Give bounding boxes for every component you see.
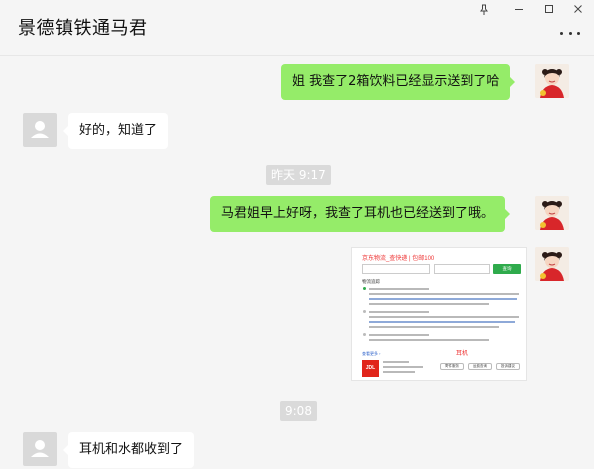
service-button: 运费查询 bbox=[468, 363, 492, 370]
screenshot-input bbox=[362, 264, 430, 274]
timeline-dot bbox=[363, 310, 366, 313]
timeline-line bbox=[369, 326, 499, 328]
message-bubble-left[interactable]: 耳机和水都收到了 bbox=[62, 432, 195, 468]
message-bubble-left[interactable]: 好的，知道了 bbox=[62, 113, 169, 149]
screenshot-section: 物流追踪 bbox=[362, 279, 380, 284]
pin-icon[interactable] bbox=[470, 0, 498, 18]
avatar-self[interactable] bbox=[535, 64, 569, 98]
timeline-line bbox=[369, 293, 519, 295]
timeline-dot bbox=[363, 287, 366, 290]
avatar-self[interactable] bbox=[535, 196, 569, 230]
image-message[interactable]: 京东物流_查快递 | 包邮100 查询 物流追踪 查看更多 › 耳机 JDL 寄… bbox=[351, 247, 527, 381]
jdl-logo: JDL bbox=[362, 360, 379, 377]
timeline-line bbox=[369, 311, 429, 313]
timeline-line bbox=[369, 298, 517, 300]
screenshot-header: 京东物流_查快递 | 包邮100 bbox=[362, 256, 435, 262]
screenshot-more-link: 查看更多 › bbox=[362, 351, 381, 356]
timeline-line bbox=[369, 334, 429, 336]
screenshot-mark: 耳机 bbox=[456, 351, 469, 357]
chat-area: 姐 我查了2箱饮料已经显示送到了哈 好的，知道了 昨天 9:17 马君姐早上好呀… bbox=[0, 57, 594, 469]
chat-title: 景德镇铁通马君 bbox=[18, 18, 148, 39]
title-bar: 景德镇铁通马君 bbox=[0, 0, 594, 56]
maximize-icon[interactable] bbox=[535, 0, 563, 18]
avatar-self[interactable] bbox=[535, 247, 569, 281]
timestamp: 9:08 bbox=[280, 401, 317, 421]
avatar-contact[interactable] bbox=[23, 113, 57, 147]
timeline-line bbox=[369, 303, 489, 305]
service-button: 投诉建议 bbox=[496, 363, 520, 370]
message-bubble-right[interactable]: 姐 我查了2箱饮料已经显示送到了哈 bbox=[281, 64, 516, 100]
info-line bbox=[383, 371, 415, 373]
screenshot-select bbox=[434, 264, 490, 274]
service-button: 寄件服务 bbox=[440, 363, 464, 370]
message-bubble-right[interactable]: 马君姐早上好呀，我查了耳机也已经送到了哦。 bbox=[210, 196, 511, 232]
info-line bbox=[383, 361, 409, 363]
timeline-line bbox=[369, 288, 429, 290]
timeline-line bbox=[369, 321, 515, 323]
minimize-icon[interactable] bbox=[505, 0, 533, 18]
timeline-line bbox=[369, 339, 489, 341]
timeline-line bbox=[369, 316, 519, 318]
info-line bbox=[383, 366, 423, 368]
avatar-contact[interactable] bbox=[23, 432, 57, 466]
timeline-dot bbox=[363, 333, 366, 336]
close-icon[interactable] bbox=[564, 0, 592, 18]
more-dots-icon[interactable] bbox=[560, 28, 580, 38]
timestamp: 昨天 9:17 bbox=[266, 165, 331, 185]
screenshot-search-button: 查询 bbox=[493, 264, 521, 274]
